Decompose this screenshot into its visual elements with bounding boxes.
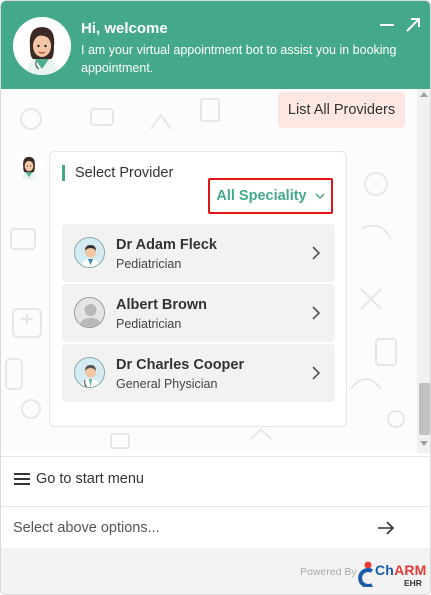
- header-title: Hi, welcome: [81, 20, 168, 37]
- chat-messages[interactable]: List All Providers Select Provider All S…: [1, 89, 430, 453]
- bot-avatar-large: [13, 17, 71, 75]
- send-arrow-icon[interactable]: [377, 521, 395, 535]
- user-placeholder-avatar-icon: [74, 297, 105, 328]
- provider-specialty: Pediatrician: [116, 257, 182, 271]
- provider-specialty: Pediatrician: [116, 317, 182, 331]
- provider-item[interactable]: Dr Charles Cooper General Physician: [62, 344, 335, 402]
- message-input-row: [1, 506, 430, 548]
- provider-item[interactable]: Dr Adam Fleck Pediatrician: [62, 224, 335, 282]
- card-title: Select Provider: [62, 165, 173, 181]
- header-subtitle: I am your virtual appointment bot to ass…: [81, 43, 397, 75]
- chevron-right-icon: [312, 366, 321, 380]
- chat-widget: Hi, welcome I am your virtual appointmen…: [0, 0, 431, 595]
- scroll-down-arrow-icon[interactable]: [420, 441, 428, 446]
- scrollbar-thumb[interactable]: [419, 383, 430, 435]
- chat-header: Hi, welcome I am your virtual appointmen…: [1, 1, 430, 89]
- start-menu-label: Go to start menu: [36, 471, 144, 487]
- powered-by-label: Powered By: [300, 566, 357, 578]
- scroll-up-arrow-icon[interactable]: [420, 92, 428, 97]
- chat-scrollbar[interactable]: [417, 89, 430, 453]
- doctor-avatar-icon: [74, 237, 105, 268]
- provider-name: Dr Charles Cooper: [116, 357, 245, 373]
- chat-footer: Powered By ChARM EHR: [1, 548, 430, 594]
- hamburger-menu-icon: [14, 473, 30, 485]
- doctor-avatar-icon: [74, 357, 105, 388]
- provider-name: Dr Adam Fleck: [116, 237, 217, 253]
- logo-ehr-text: EHR: [404, 578, 422, 588]
- speciality-filter-button[interactable]: All Speciality: [208, 178, 333, 214]
- expand-arrow-icon[interactable]: [403, 15, 423, 35]
- provider-item[interactable]: Albert Brown Pediatrician: [62, 284, 335, 342]
- logo-brand-text: ChARM: [375, 562, 427, 578]
- provider-selection-card: Select Provider All Speciality Dr Adam F…: [49, 151, 347, 427]
- chevron-right-icon: [312, 306, 321, 320]
- message-input[interactable]: [1, 507, 361, 548]
- chevron-right-icon: [312, 246, 321, 260]
- user-message-bubble: List All Providers: [278, 92, 405, 128]
- minus-icon[interactable]: [377, 15, 397, 35]
- speciality-filter-label: All Speciality: [216, 188, 307, 204]
- bot-avatar-small: [15, 152, 43, 180]
- charm-ehr-logo: ChARM EHR: [357, 559, 427, 589]
- go-to-start-menu-button[interactable]: Go to start menu: [1, 456, 430, 501]
- provider-specialty: General Physician: [116, 377, 218, 391]
- provider-name: Albert Brown: [116, 297, 208, 313]
- chevron-down-icon: [315, 193, 325, 200]
